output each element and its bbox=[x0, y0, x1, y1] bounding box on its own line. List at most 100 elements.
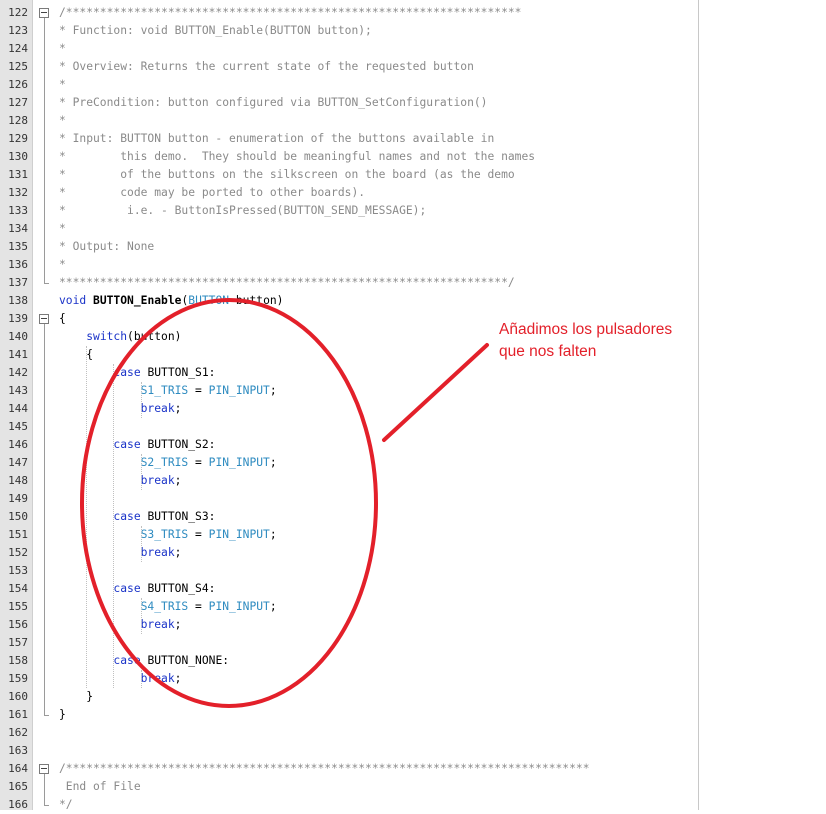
code-line[interactable]: 159 break; bbox=[0, 670, 698, 688]
code-line[interactable]: 166 */ bbox=[0, 796, 698, 814]
code-line[interactable]: 134 * bbox=[0, 220, 698, 238]
code-line[interactable]: 164 /************************************… bbox=[0, 760, 698, 778]
code-line[interactable]: 143 S1_TRIS = PIN_INPUT; bbox=[0, 382, 698, 400]
code-token: * code may be ported to other boards). bbox=[59, 186, 366, 199]
code-token: S4_TRIS bbox=[140, 600, 189, 613]
line-code: S1_TRIS = PIN_INPUT; bbox=[59, 382, 277, 400]
code-line[interactable]: 147 S2_TRIS = PIN_INPUT; bbox=[0, 454, 698, 472]
code-token: /***************************************… bbox=[59, 762, 590, 775]
code-token: PIN_INPUT bbox=[208, 528, 270, 541]
line-number: 134 bbox=[8, 222, 28, 235]
line-number: 145 bbox=[8, 420, 28, 433]
line-number: 159 bbox=[8, 672, 28, 685]
indent-guide bbox=[140, 382, 142, 418]
code-line[interactable]: 149 bbox=[0, 490, 698, 508]
code-line[interactable]: 155 S4_TRIS = PIN_INPUT; bbox=[0, 598, 698, 616]
code-line[interactable]: 152 break; bbox=[0, 544, 698, 562]
code-line[interactable]: 165 End of File bbox=[0, 778, 698, 796]
code-line[interactable]: 132 * code may be ported to other boards)… bbox=[0, 184, 698, 202]
code-line[interactable]: 136 * bbox=[0, 256, 698, 274]
fold-toggle-icon[interactable] bbox=[39, 314, 49, 324]
code-token: switch bbox=[86, 330, 128, 343]
code-line[interactable]: 126 * bbox=[0, 76, 698, 94]
code-token: ; bbox=[269, 456, 277, 469]
code-token: * this demo. They should be meaningful n… bbox=[59, 150, 536, 163]
line-code: break; bbox=[59, 670, 182, 688]
code-line[interactable]: 137 *************************************… bbox=[0, 274, 698, 292]
code-token: */ bbox=[59, 798, 73, 811]
code-line[interactable]: 154 case BUTTON_S4: bbox=[0, 580, 698, 598]
code-token: } bbox=[59, 690, 94, 703]
line-code: S4_TRIS = PIN_INPUT; bbox=[59, 598, 277, 616]
code-token: ; bbox=[174, 474, 182, 487]
code-line[interactable]: 122 /************************************… bbox=[0, 4, 698, 22]
code-line[interactable]: 148 break; bbox=[0, 472, 698, 490]
line-code: * Output: None bbox=[59, 238, 154, 256]
code-line[interactable]: 128 * bbox=[0, 112, 698, 130]
indent-guide bbox=[113, 364, 115, 688]
line-number: 142 bbox=[8, 366, 28, 379]
line-code: S2_TRIS = PIN_INPUT; bbox=[59, 454, 277, 472]
indent-guide bbox=[140, 670, 142, 688]
line-code: * Overview: Returns the current state of… bbox=[59, 58, 474, 76]
code-line[interactable]: 123 * Function: void BUTTON_Enable(BUTTON… bbox=[0, 22, 698, 40]
code-line[interactable]: 161} bbox=[0, 706, 698, 724]
line-number: 165 bbox=[8, 780, 28, 793]
line-number: 131 bbox=[8, 168, 28, 181]
code-line[interactable]: 129 * Input: BUTTON button - enumeration … bbox=[0, 130, 698, 148]
code-token: S2_TRIS bbox=[140, 456, 189, 469]
line-number: 166 bbox=[8, 798, 28, 811]
line-code: break; bbox=[59, 544, 182, 562]
code-line[interactable]: 124 * bbox=[0, 40, 698, 58]
code-line[interactable]: 135 * Output: None bbox=[0, 238, 698, 256]
code-line[interactable]: 146 case BUTTON_S2: bbox=[0, 436, 698, 454]
code-token: ; bbox=[269, 528, 277, 541]
line-number: 155 bbox=[8, 600, 28, 613]
line-number: 140 bbox=[8, 330, 28, 343]
code-token: = bbox=[188, 384, 209, 397]
line-code: { bbox=[59, 346, 93, 364]
line-code: * Function: void BUTTON_Enable(BUTTON bu… bbox=[59, 22, 372, 40]
code-line[interactable]: 125 * Overview: Returns the current state… bbox=[0, 58, 698, 76]
code-line[interactable]: 138 void BUTTON_Enable(BUTTON button) bbox=[0, 292, 698, 310]
code-line[interactable]: 127 * PreCondition: button configured via… bbox=[0, 94, 698, 112]
line-number: 156 bbox=[8, 618, 28, 631]
code-token: case bbox=[113, 438, 141, 451]
code-line[interactable]: 131 * of the buttons on the silkscreen on… bbox=[0, 166, 698, 184]
code-line[interactable]: 133 * i.e. - ButtonIsPressed(BUTTON_SEND_… bbox=[0, 202, 698, 220]
line-number: 126 bbox=[8, 78, 28, 91]
code-token: (button) bbox=[127, 330, 182, 343]
line-code: S3_TRIS = PIN_INPUT; bbox=[59, 526, 277, 544]
code-token: S3_TRIS bbox=[140, 528, 189, 541]
line-number: 124 bbox=[8, 42, 28, 55]
code-line[interactable]: 153 bbox=[0, 562, 698, 580]
code-editor[interactable]: 122 /************************************… bbox=[0, 0, 699, 811]
code-token: ; bbox=[174, 402, 182, 415]
code-line[interactable]: 163 bbox=[0, 742, 698, 760]
code-token: case bbox=[113, 654, 141, 667]
code-line[interactable]: 156 break; bbox=[0, 616, 698, 634]
code-token: BUTTON_Enable bbox=[93, 294, 182, 307]
code-line[interactable]: 142 case BUTTON_S1: bbox=[0, 364, 698, 382]
code-line[interactable]: 130 * this demo. They should be meaningfu… bbox=[0, 148, 698, 166]
code-token: ; bbox=[269, 600, 277, 613]
fold-toggle-icon[interactable] bbox=[39, 8, 49, 18]
code-line[interactable]: 157 bbox=[0, 634, 698, 652]
code-token: BUTTON_S3: bbox=[140, 510, 216, 523]
code-line[interactable]: 145 bbox=[0, 418, 698, 436]
code-token: case bbox=[113, 582, 141, 595]
code-line[interactable]: 151 S3_TRIS = PIN_INPUT; bbox=[0, 526, 698, 544]
code-line[interactable]: 144 break; bbox=[0, 400, 698, 418]
fold-toggle-icon[interactable] bbox=[39, 764, 49, 774]
code-line[interactable]: 150 case BUTTON_S3: bbox=[0, 508, 698, 526]
line-number: 157 bbox=[8, 636, 28, 649]
code-line[interactable]: 160 } bbox=[0, 688, 698, 706]
line-code: * bbox=[59, 220, 66, 238]
line-number: 161 bbox=[8, 708, 28, 721]
line-code: * i.e. - ButtonIsPressed(BUTTON_SEND_MES… bbox=[59, 202, 426, 220]
code-line[interactable]: 162 bbox=[0, 724, 698, 742]
line-number: 135 bbox=[8, 240, 28, 253]
code-token: * Input: BUTTON button - enumeration of … bbox=[59, 132, 495, 145]
code-line[interactable]: 158 case BUTTON_NONE: bbox=[0, 652, 698, 670]
